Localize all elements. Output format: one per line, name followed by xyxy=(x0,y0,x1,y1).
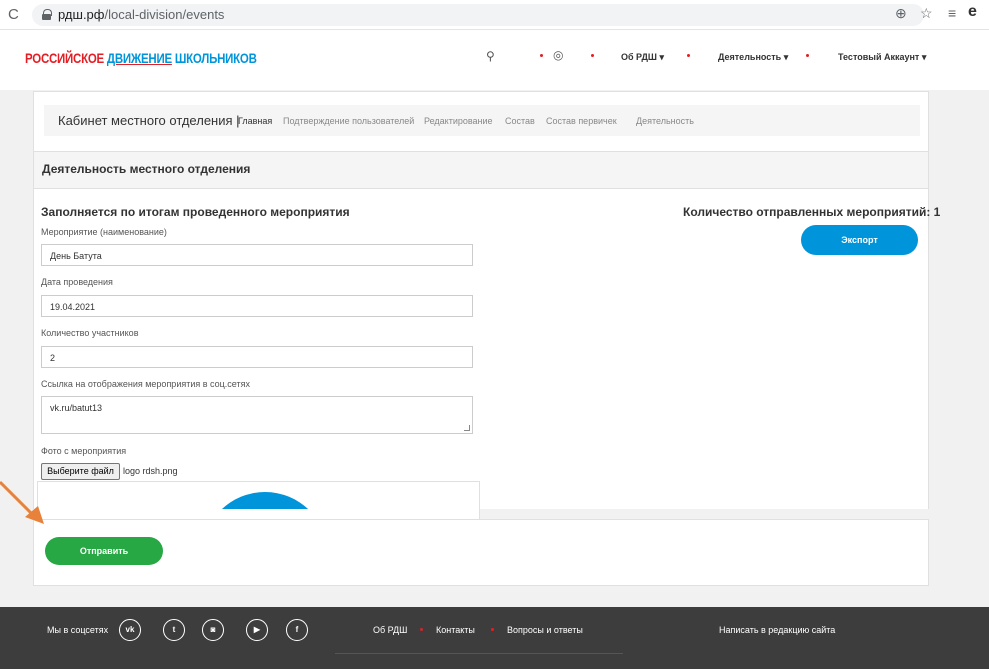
submit-button[interactable]: Отправить xyxy=(45,537,163,565)
cabinet-title: Кабинет местного отделения | xyxy=(58,113,240,128)
submit-card xyxy=(33,519,929,586)
cabinet-link-primary-members[interactable]: Состав первичек xyxy=(546,116,617,126)
footer-separator-dot xyxy=(420,628,423,631)
nav-separator-dot xyxy=(687,54,690,57)
cabinet-link-main[interactable]: Главная xyxy=(238,116,272,126)
section-header: Деятельность местного отделения xyxy=(34,151,928,189)
site-logo[interactable]: РОССИЙСКОЕ ДВИЖЕНИЕ ШКОЛЬНИКОВ xyxy=(25,50,257,66)
event-name-input[interactable]: День Батута xyxy=(41,244,473,266)
site-footer: Мы в соцсетях vk t ◙ ▶ f Об РДШ Контакты… xyxy=(0,607,989,669)
url-path: /local-division/events xyxy=(104,7,225,22)
nav-activity[interactable]: Деятельность ▾ xyxy=(718,52,788,63)
file-name: logo rdsh.png xyxy=(123,466,178,476)
cabinet-link-members[interactable]: Состав xyxy=(505,116,535,126)
reload-icon[interactable]: C xyxy=(8,6,19,23)
nav-account[interactable]: Тестовый Аккаунт ▾ xyxy=(838,52,926,63)
bookmark-star-icon[interactable]: ☆ xyxy=(920,5,933,22)
cabinet-link-confirm-users[interactable]: Подтверждение пользователей xyxy=(283,116,414,126)
participants-input[interactable]: 2 xyxy=(41,346,473,368)
lock-icon xyxy=(42,9,52,20)
instagram-icon[interactable]: ◙ xyxy=(202,619,224,641)
logo-word-2: ДВИЖЕНИЕ xyxy=(106,50,172,66)
footer-link-faq[interactable]: Вопросы и ответы xyxy=(507,625,583,635)
broadcast-icon[interactable]: ◎ xyxy=(553,48,563,62)
section-title: Деятельность местного отделения xyxy=(42,162,251,176)
footer-link-about[interactable]: Об РДШ xyxy=(373,625,407,635)
search-icon[interactable]: ⚲ xyxy=(486,49,495,63)
url-text: рдш.рф/local-division/events xyxy=(58,7,224,22)
event-date-label: Дата проведения xyxy=(41,277,113,287)
cabinet-nav: Кабинет местного отделения | Главная Под… xyxy=(44,105,920,136)
export-button[interactable]: Экспорт xyxy=(801,225,918,255)
reading-list-icon[interactable]: ≡ xyxy=(948,5,956,21)
browser-toolbar: C рдш.рф/local-division/events ⊕ ☆ ≡ e xyxy=(0,0,989,30)
site-header: РОССИЙСКОЕ ДВИЖЕНИЕ ШКОЛЬНИКОВ ⚲ ◎ Об РД… xyxy=(0,30,989,90)
cabinet-link-edit[interactable]: Редактирование xyxy=(424,116,493,126)
nav-separator-dot xyxy=(806,54,809,57)
logo-word-3: ШКОЛЬНИКОВ xyxy=(174,50,257,66)
footer-separator-dot xyxy=(491,628,494,631)
zoom-icon[interactable]: ⊕ xyxy=(895,5,907,22)
event-date-input[interactable]: 19.04.2021 xyxy=(41,295,473,317)
url-domain: рдш.рф xyxy=(58,7,105,22)
address-bar[interactable]: рдш.рф/local-division/events xyxy=(32,4,924,26)
youtube-icon[interactable]: ▶ xyxy=(246,619,268,641)
sent-events-count: Количество отправленных мероприятий: 1 xyxy=(683,205,941,219)
resize-handle-icon[interactable] xyxy=(464,425,470,431)
footer-link-contacts[interactable]: Контакты xyxy=(436,625,475,635)
social-link-textarea[interactable]: vk.ru/batut13 xyxy=(41,396,473,434)
twitter-icon[interactable]: t xyxy=(163,619,185,641)
nav-separator-dot xyxy=(591,54,594,57)
event-name-label: Мероприятие (наименование) xyxy=(41,227,167,237)
social-label: Мы в соцсетях xyxy=(47,625,109,635)
profile-icon[interactable]: e xyxy=(968,3,977,21)
vk-icon[interactable]: vk xyxy=(119,619,141,641)
participants-label: Количество участников xyxy=(41,328,139,338)
nav-about[interactable]: Об РДШ ▾ xyxy=(621,52,664,63)
cabinet-link-activity[interactable]: Деятельность xyxy=(636,116,694,126)
annotation-arrow-icon xyxy=(0,480,44,524)
social-link-value: vk.ru/batut13 xyxy=(50,403,103,413)
footer-divider xyxy=(335,653,623,654)
nav-separator-dot xyxy=(540,54,543,57)
photo-label: Фото с мероприятия xyxy=(41,446,127,456)
logo-word-1: РОССИЙСКОЕ xyxy=(25,50,104,66)
social-link-label: Ссылка на отображения мероприятия в соц.… xyxy=(41,379,250,389)
facebook-icon[interactable]: f xyxy=(286,619,308,641)
form-title: Заполняется по итогам проведенного мероп… xyxy=(41,205,350,219)
footer-write-editors[interactable]: Написать в редакцию сайта xyxy=(719,625,835,635)
